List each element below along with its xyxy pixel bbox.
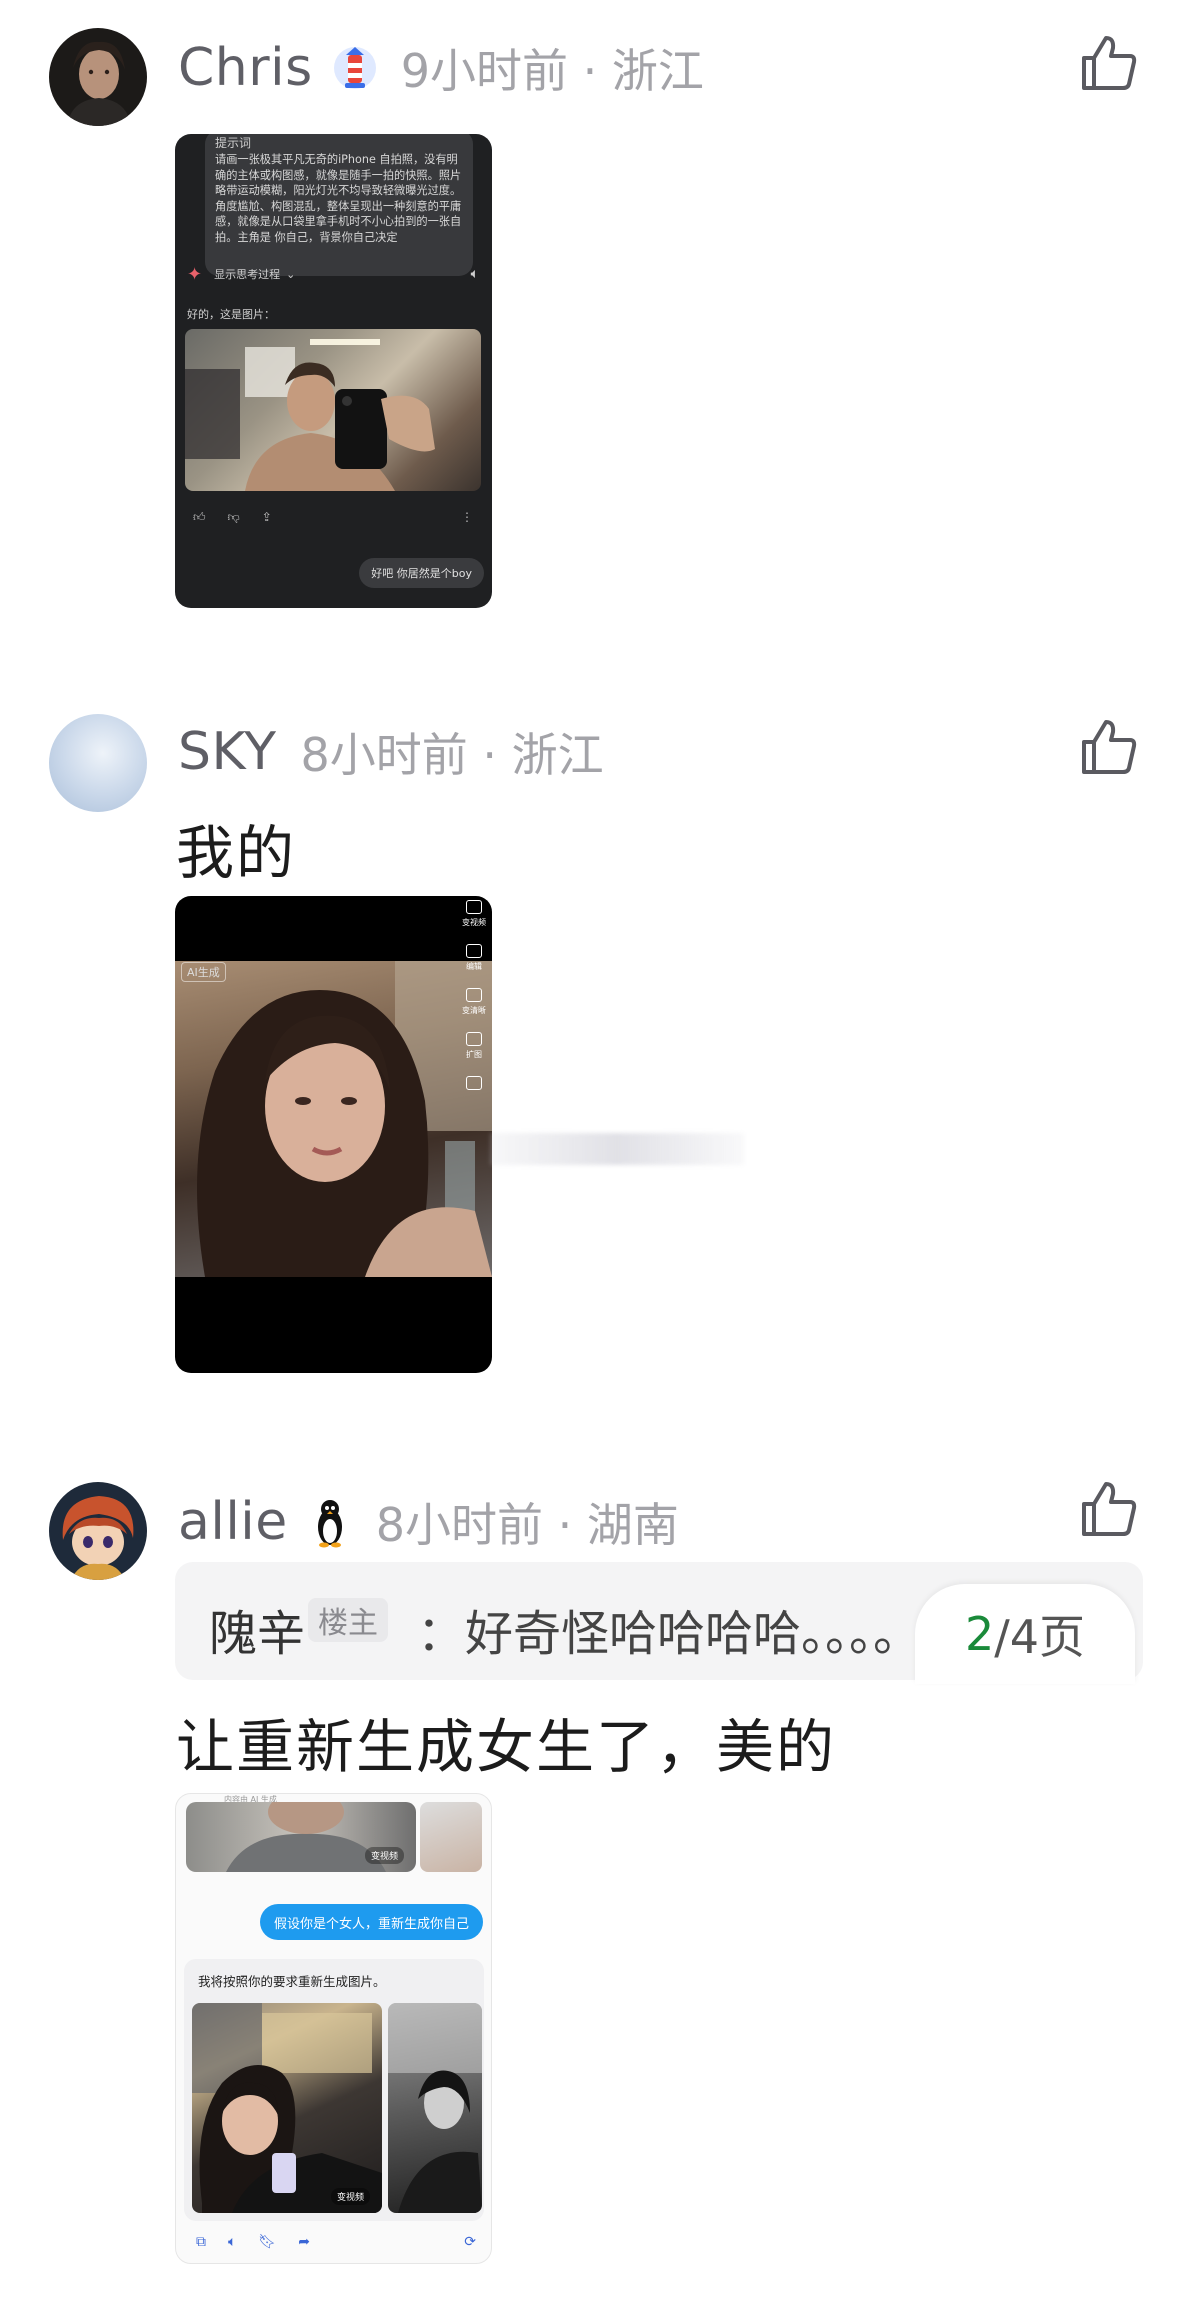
- gemini-spark-icon: ✦: [187, 263, 203, 285]
- like-icon[interactable]: [1080, 718, 1138, 776]
- pager-current: 2: [964, 1607, 995, 1661]
- share-icon: ➦: [298, 2234, 310, 2250]
- generated-bw-photo: [388, 2003, 482, 2213]
- attachment-image[interactable]: 提示词 请画一张极其平凡无奇的iPhone 自拍照，没有明确的主体或构图感，就像…: [175, 134, 492, 608]
- think-row: ✦ 显示思考过程 ⌄ 🔈︎: [187, 259, 479, 289]
- generated-female-selfie: 变视频: [192, 2003, 382, 2213]
- refresh-icon: ⟳: [464, 2234, 476, 2250]
- generated-portrait-photo: [175, 961, 492, 1277]
- expand-icon: [466, 1032, 482, 1046]
- reply-text: ：好奇怪哈哈哈哈。。。。: [417, 1606, 922, 1662]
- username[interactable]: SKY: [178, 722, 277, 782]
- blurred-watermark: [490, 1133, 744, 1165]
- reply-line: 好的，这是图片：: [187, 308, 275, 321]
- eraser-tool: [466, 1076, 482, 1093]
- timestamp-location: 8小时前 · 浙江: [300, 728, 604, 782]
- attachment-image[interactable]: AI生成 变视频 编辑 变清晰 扩图: [175, 896, 492, 1373]
- generated-selfie-photo: [185, 329, 481, 491]
- avatar[interactable]: [49, 1482, 147, 1580]
- expand-tool: 扩图: [466, 1032, 482, 1060]
- prompt-title: 提示词: [215, 136, 252, 150]
- share-icon: ⇪: [261, 510, 272, 524]
- quoted-reply[interactable]: 隗辛 楼主 ：好奇怪哈哈哈哈。。。。 2 /4页: [175, 1562, 1143, 1684]
- comment-text: 让重新生成女生了，美的: [176, 1713, 837, 1781]
- prompt-text: 请画一张极其平凡无奇的iPhone 自拍照，没有明确的主体或构图感，就像是随手一…: [215, 153, 462, 244]
- chevron-down-icon: ⌄: [286, 267, 296, 281]
- tool-label: 扩图: [466, 1050, 482, 1059]
- ai-generated-tag: AI生成: [181, 962, 226, 982]
- prompt-box: 提示词 请画一张极其平凡无奇的iPhone 自拍照，没有明确的主体或构图感，就像…: [205, 134, 473, 276]
- avatar[interactable]: [49, 714, 147, 812]
- pager-total: /4页: [994, 1610, 1086, 1664]
- avatar[interactable]: [49, 28, 147, 126]
- attachment-image[interactable]: 内容由 AI 生成 变视频 假设你是个女人，重新生成你自己 我将按照你的要求重新…: [175, 1793, 492, 2264]
- ai-reply-text: 我将按照你的要求重新生成图片。: [198, 1974, 386, 1989]
- ai-reply-box: 我将按照你的要求重新生成图片。 变视频: [184, 1959, 484, 2221]
- to-video-chip: 变视频: [364, 1847, 404, 1864]
- image-edit-icon: [466, 944, 482, 958]
- copy-icon: ⧉: [196, 2234, 206, 2250]
- username[interactable]: Chris: [178, 38, 313, 98]
- user-reply-bubble: 好吧 你居然是个boy: [359, 558, 484, 588]
- comment-text: 我的: [176, 819, 297, 887]
- hd-tool: 变清晰: [462, 988, 486, 1016]
- chat-action-row: 👍︎ 👎︎ ⇪ ⋮: [193, 506, 473, 528]
- to-video-tool: 变视频: [462, 900, 486, 928]
- edit-tool: 编辑: [466, 944, 482, 972]
- speaker-icon: 🔈︎: [228, 2234, 237, 2250]
- reply-author[interactable]: 隗辛: [209, 1594, 305, 1664]
- think-label: 显示思考过程: [214, 268, 281, 281]
- host-badge: 楼主: [308, 1598, 388, 1642]
- tool-label: 变视频: [462, 918, 486, 927]
- timestamp-location: 8小时前 · 湖南: [375, 1498, 679, 1552]
- penguin-badge-icon: [308, 1495, 352, 1549]
- thumbs-up-icon: 👍︎: [193, 509, 206, 524]
- eraser-icon: [466, 1076, 482, 1090]
- to-video-chip: 变视频: [330, 2188, 370, 2205]
- play-icon: [466, 900, 482, 914]
- like-icon[interactable]: [1080, 1480, 1138, 1538]
- user-message-bubble: 假设你是个女人，重新生成你自己: [259, 1904, 483, 1940]
- tool-label: 变清晰: [462, 1006, 486, 1015]
- speaker-icon: 🔈︎: [470, 266, 479, 282]
- tool-label: 编辑: [466, 962, 482, 971]
- username[interactable]: allie: [178, 1492, 288, 1552]
- chat-action-row: ⧉ 🔈︎ 🔖︎ ➦ ⟳: [196, 2234, 476, 2250]
- previous-photo-2: [420, 1802, 482, 1872]
- previous-photo: 变视频: [186, 1802, 416, 1872]
- lighthouse-badge-icon: [333, 41, 377, 95]
- reply-pager[interactable]: 2 /4页: [915, 1584, 1135, 1684]
- thumbs-down-icon: 👎︎: [227, 509, 240, 524]
- more-icon: ⋮: [461, 510, 473, 524]
- like-icon[interactable]: [1080, 34, 1138, 92]
- hd-icon: [466, 988, 482, 1002]
- bookmark-icon: 🔖︎: [258, 2234, 277, 2250]
- side-toolbar: 变视频 编辑 变清晰 扩图: [460, 900, 488, 1093]
- timestamp-location: 9小时前 · 浙江: [400, 44, 704, 98]
